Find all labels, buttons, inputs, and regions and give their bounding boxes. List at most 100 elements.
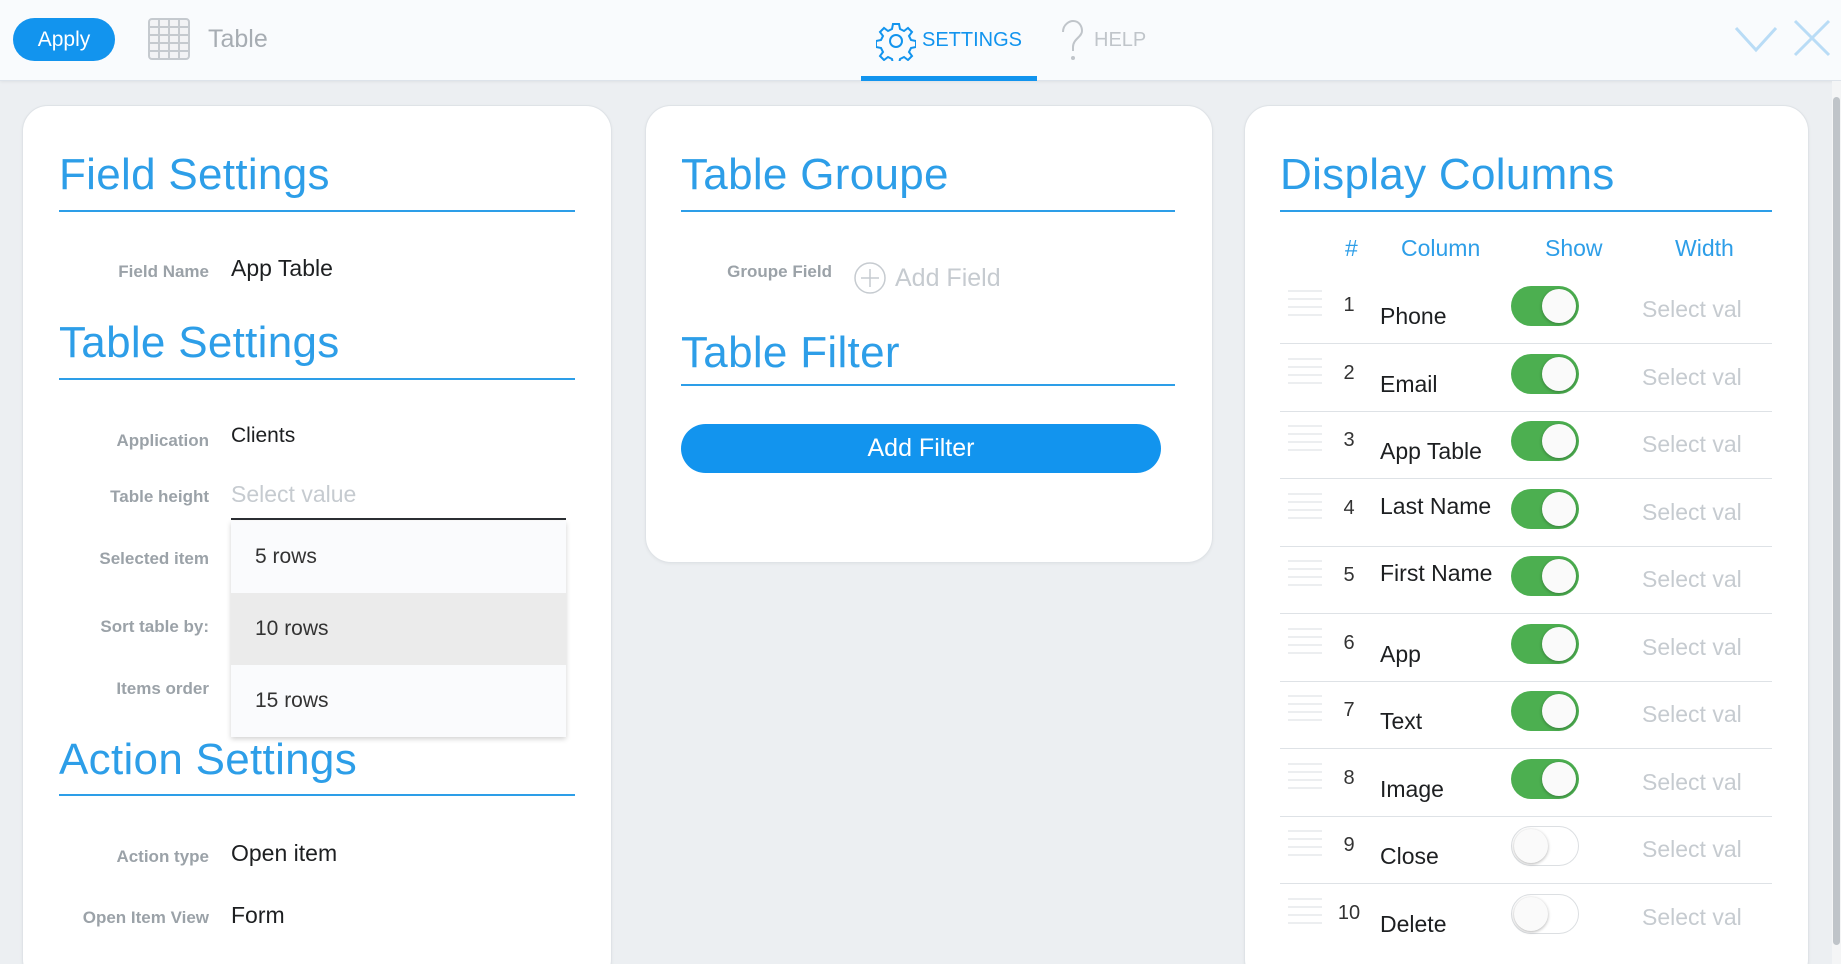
drag-handle-icon[interactable] bbox=[1288, 762, 1322, 793]
tab-help[interactable]: HELP bbox=[1060, 0, 1180, 81]
width-select[interactable]: Select val bbox=[1642, 634, 1742, 661]
row-number: 3 bbox=[1343, 429, 1355, 451]
active-tab-indicator bbox=[861, 76, 1037, 81]
table-height-dropdown: 5 rows 10 rows 15 rows bbox=[231, 521, 566, 737]
col-header-num: # bbox=[1345, 235, 1358, 261]
drag-handle-icon[interactable] bbox=[1288, 560, 1322, 590]
table-row: 2 Email Select val bbox=[1280, 344, 1772, 412]
toggle-knob bbox=[1542, 626, 1576, 661]
width-select[interactable]: Select val bbox=[1642, 296, 1742, 323]
drag-handle-icon[interactable] bbox=[1288, 830, 1322, 860]
width-select[interactable]: Select val bbox=[1642, 701, 1742, 728]
table-filter-title: Table Filter bbox=[681, 328, 900, 377]
dropdown-option-selected[interactable]: 10 rows bbox=[231, 593, 566, 665]
show-toggle[interactable] bbox=[1511, 488, 1579, 529]
show-toggle[interactable] bbox=[1511, 893, 1579, 934]
open-item-view-value[interactable]: Form bbox=[231, 902, 285, 929]
row-number: 10 bbox=[1337, 901, 1361, 924]
show-toggle[interactable] bbox=[1511, 826, 1579, 866]
column-name: Close bbox=[1380, 843, 1439, 869]
column-name: Text bbox=[1380, 708, 1423, 734]
width-select[interactable]: Select val bbox=[1642, 836, 1742, 863]
toggle-knob bbox=[1542, 356, 1576, 391]
row-number: 1 bbox=[1343, 294, 1355, 316]
drag-handle-icon[interactable] bbox=[1288, 290, 1322, 320]
sort-table-label: Sort table by: bbox=[100, 617, 209, 636]
row-number: 5 bbox=[1343, 564, 1355, 586]
dropdown-option[interactable]: 15 rows bbox=[231, 665, 566, 737]
show-toggle[interactable] bbox=[1511, 691, 1579, 731]
open-item-view-label: Open Item View bbox=[82, 908, 209, 927]
show-toggle[interactable] bbox=[1511, 353, 1579, 394]
column-name: Email bbox=[1380, 370, 1438, 397]
table-row: 1 Phone Select val bbox=[1280, 276, 1772, 344]
tab-settings[interactable]: SETTINGS bbox=[861, 0, 1037, 81]
drag-handle-icon[interactable] bbox=[1288, 695, 1322, 725]
col-header-column: Column bbox=[1401, 235, 1481, 261]
row-number: 8 bbox=[1343, 766, 1355, 789]
show-toggle[interactable] bbox=[1511, 556, 1579, 596]
application-value[interactable]: Clients bbox=[231, 424, 295, 448]
items-order-label: Items order bbox=[116, 679, 209, 698]
dropdown-option[interactable]: 5 rows bbox=[231, 521, 566, 593]
add-field-label: Add Field bbox=[895, 263, 1001, 292]
table-row: 9 Close Select val bbox=[1280, 816, 1772, 884]
question-mark-icon bbox=[1062, 19, 1084, 60]
top-bar: Apply Table SETTINGS HELP bbox=[0, 0, 1841, 81]
row-number: 6 bbox=[1343, 631, 1355, 654]
add-field-button[interactable]: Add Field bbox=[853, 261, 1001, 295]
drag-handle-icon[interactable] bbox=[1288, 897, 1322, 928]
section-divider bbox=[681, 210, 1175, 212]
chevron-down-icon[interactable] bbox=[1734, 22, 1778, 56]
show-toggle[interactable] bbox=[1511, 623, 1579, 664]
table-row: 10 Delete Select val bbox=[1280, 884, 1772, 952]
row-number: 2 bbox=[1343, 361, 1355, 384]
drag-handle-icon[interactable] bbox=[1288, 492, 1322, 523]
width-select[interactable]: Select val bbox=[1642, 769, 1742, 796]
col-header-width: Width bbox=[1675, 235, 1734, 261]
show-toggle[interactable] bbox=[1511, 421, 1579, 461]
drag-handle-icon[interactable] bbox=[1288, 357, 1322, 388]
action-type-label: Action type bbox=[116, 847, 209, 866]
field-name-value: App Table bbox=[231, 255, 333, 281]
table-row: 4 Last Name Select val bbox=[1280, 479, 1772, 547]
section-divider bbox=[1280, 210, 1772, 212]
table-height-select[interactable]: Select value bbox=[231, 481, 356, 508]
table-height-label: Table height bbox=[110, 487, 209, 506]
section-divider bbox=[59, 794, 575, 796]
add-filter-button[interactable]: Add Filter bbox=[681, 424, 1161, 473]
scrollbar-thumb[interactable] bbox=[1833, 97, 1840, 945]
section-divider bbox=[59, 378, 575, 380]
width-select[interactable]: Select val bbox=[1642, 566, 1742, 593]
field-name-label: Field Name bbox=[118, 262, 209, 281]
drag-handle-icon[interactable] bbox=[1288, 627, 1322, 658]
row-number: 7 bbox=[1343, 699, 1355, 721]
table-row: 6 App Select val bbox=[1280, 614, 1772, 682]
toggle-knob bbox=[1542, 289, 1576, 323]
toggle-knob bbox=[1542, 761, 1576, 796]
section-divider bbox=[59, 210, 575, 212]
table-row: 5 First Name Select val bbox=[1280, 546, 1772, 614]
show-toggle[interactable] bbox=[1511, 286, 1579, 326]
width-select[interactable]: Select val bbox=[1642, 364, 1742, 391]
tab-help-label: HELP bbox=[1094, 29, 1147, 51]
application-label: Application bbox=[116, 431, 209, 450]
table-settings-title: Table Settings bbox=[59, 318, 340, 367]
width-select[interactable]: Select val bbox=[1642, 431, 1742, 458]
width-select[interactable]: Select val bbox=[1642, 499, 1742, 526]
table-row: 3 App Table Select val bbox=[1280, 411, 1772, 479]
table-row: 7 Text Select val bbox=[1280, 681, 1772, 749]
width-select[interactable]: Select val bbox=[1642, 904, 1742, 931]
column-name: App Table bbox=[1380, 438, 1482, 464]
drag-handle-icon[interactable] bbox=[1288, 425, 1322, 455]
column-name: Last Name bbox=[1380, 492, 1492, 519]
col-header-show: Show bbox=[1545, 235, 1603, 261]
column-name: App bbox=[1380, 640, 1421, 667]
app-title: Table bbox=[208, 25, 268, 53]
close-icon[interactable] bbox=[1792, 18, 1832, 58]
show-toggle[interactable] bbox=[1511, 758, 1579, 799]
groupe-field-label: Groupe Field bbox=[727, 262, 832, 281]
apply-button[interactable]: Apply bbox=[13, 18, 115, 61]
action-type-value[interactable]: Open item bbox=[231, 840, 337, 867]
scrollbar[interactable] bbox=[1832, 81, 1841, 964]
